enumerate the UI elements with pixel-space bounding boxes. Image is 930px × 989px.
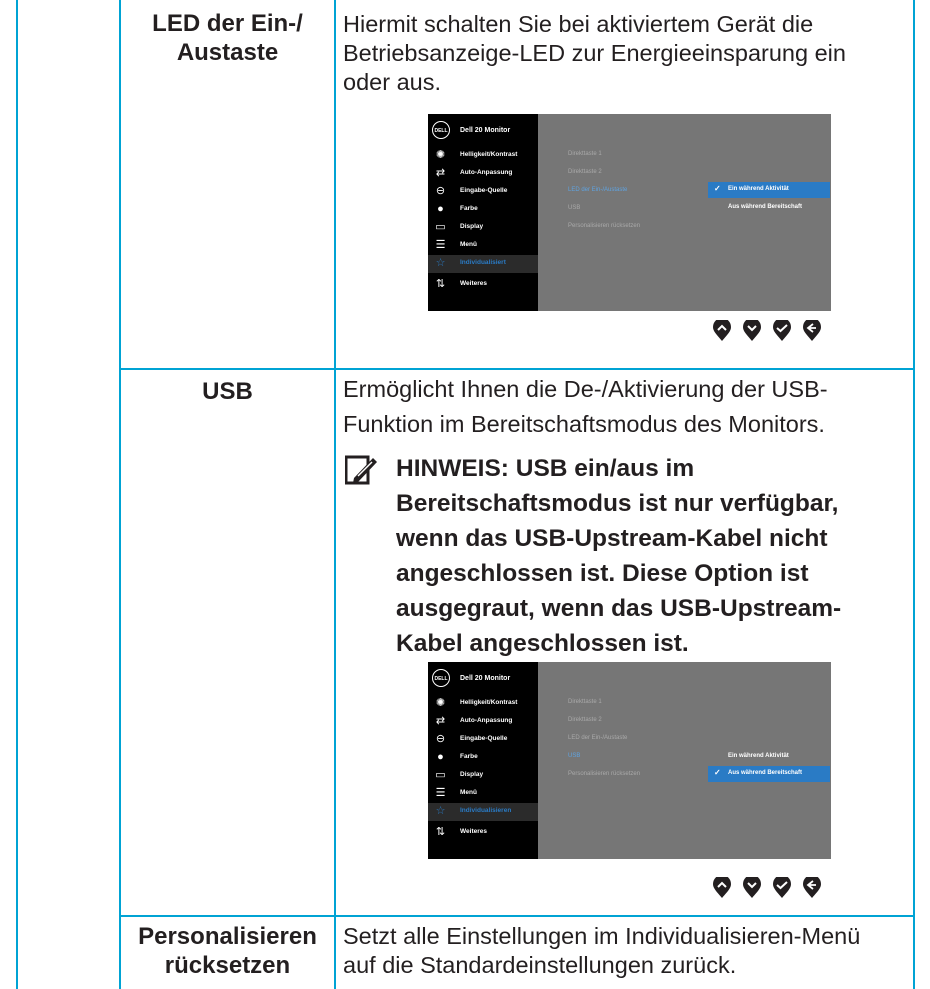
- osd-menu-label: Individualisiert: [460, 259, 506, 266]
- osd-menu-item: ⇅ Weiteres: [428, 276, 538, 294]
- menu-icon: ☰: [435, 239, 446, 251]
- osd-nav-buttons: [712, 320, 832, 342]
- osd-menu-label: Auto-Anpassung: [460, 169, 513, 176]
- osd-menu-label: Eingabe-Quelle: [460, 735, 508, 742]
- check-button-icon: [773, 877, 791, 898]
- star-icon: ☆: [435, 257, 446, 269]
- row-description-usb: Ermöglicht Ihnen die De-/Aktivierung der…: [343, 376, 828, 437]
- osd-menu-label: Auto-Anpassung: [460, 717, 513, 724]
- table-col-border-1: [119, 0, 121, 989]
- osd-menu-item: ⊖ Eingabe-Quelle: [428, 183, 538, 201]
- osd-screenshot-led: DELL Dell 20 Monitor ✺ Helligkeit/Kontra…: [428, 114, 831, 311]
- osd-menu-item: ⇄ Auto-Anpassung: [428, 165, 538, 183]
- check-icon: ✓: [714, 768, 721, 777]
- osd-menu-label: Display: [460, 771, 484, 778]
- usb-note: HINWEIS: USB ein/aus im Bereitschaftsmod…: [396, 455, 842, 657]
- osd-menu-item: ☰ Menü: [428, 785, 538, 803]
- up-arrow-icon: [713, 320, 731, 341]
- row-description-personalize-reset: Setzt alle Einstellungen im Individualis…: [343, 923, 861, 978]
- osd-option: Aus während Bereitschaft: [708, 200, 830, 216]
- others-icon: ⇅: [435, 278, 446, 290]
- row-divider-2: [119, 915, 915, 917]
- osd-menu-item: ▭ Display: [428, 767, 538, 785]
- row-description-led: Hiermit schalten Sie bei aktiviertem Ger…: [343, 11, 846, 95]
- osd-menu-label: Farbe: [460, 205, 478, 212]
- others-icon: ⇅: [435, 826, 446, 838]
- row-divider-1: [119, 368, 915, 370]
- osd-menu-label: Menü: [460, 241, 477, 248]
- table-col-border-2: [334, 0, 336, 989]
- osd-option-selected: ✓ Aus während Bereitschaft: [708, 766, 830, 782]
- back-arrow-icon: [803, 877, 821, 898]
- osd-menu-label: Farbe: [460, 753, 478, 760]
- display-icon: ▭: [435, 769, 446, 781]
- osd-menu-item: ⇄ Auto-Anpassung: [428, 713, 538, 731]
- osd-menu-item: ☰ Menü: [428, 237, 538, 255]
- osd-option-label: Ein während Aktivität: [728, 753, 789, 759]
- up-arrow-icon: [713, 877, 731, 898]
- star-icon: ☆: [435, 805, 446, 817]
- osd-submenu-item: Direkttaste 2: [568, 717, 602, 723]
- note-pencil-icon: [345, 455, 377, 485]
- osd-menu-item: ✺ Helligkeit/Kontrast: [428, 695, 538, 713]
- brightness-icon: ✺: [435, 697, 446, 709]
- osd-submenu-item: Direkttaste 1: [568, 699, 602, 705]
- osd-screenshot-usb: DELL Dell 20 Monitor ✺ Helligkeit/Kontra…: [428, 662, 831, 859]
- down-arrow-icon: [743, 320, 761, 341]
- osd-option-label: Aus während Bereitschaft: [728, 770, 803, 776]
- back-arrow-icon: [803, 320, 821, 341]
- osd-menu-item: ● Farbe: [428, 201, 538, 219]
- display-icon: ▭: [435, 221, 446, 233]
- osd-submenu-item: LED der Ein-/Austaste: [568, 735, 628, 741]
- osd-menu-item: ● Farbe: [428, 749, 538, 767]
- osd-option-label: Aus während Bereitschaft: [728, 204, 803, 210]
- dell-logo: DELL: [432, 669, 450, 687]
- osd-nav-buttons: [712, 877, 832, 899]
- osd-menu-label: Eingabe-Quelle: [460, 187, 508, 194]
- osd-submenu-item-selected: USB: [568, 753, 581, 759]
- osd-menu-label: Menü: [460, 789, 477, 796]
- osd-title: Dell 20 Monitor: [460, 675, 511, 682]
- osd-menu-label: Individualisieren: [460, 807, 512, 814]
- osd-menu-label: Helligkeit/Kontrast: [460, 151, 518, 158]
- check-button-icon: [773, 320, 791, 341]
- row-name-usb: USB: [202, 378, 253, 405]
- input-source-icon: ⊖: [435, 185, 446, 197]
- osd-menu-label: Helligkeit/Kontrast: [460, 699, 518, 706]
- osd-menu-item-active: ☆ Individualisiert: [428, 255, 538, 273]
- osd-submenu-item: Personalisieren rücksetzen: [568, 771, 641, 777]
- auto-adjust-icon: ⇄: [435, 715, 446, 727]
- osd-submenu-item: Direkttaste 2: [568, 169, 602, 175]
- osd-menu-label: Weiteres: [460, 828, 487, 835]
- brightness-icon: ✺: [435, 149, 446, 161]
- osd-menu-item-active: ☆ Individualisieren: [428, 803, 538, 821]
- osd-option: Ein während Aktivität: [708, 749, 830, 765]
- check-icon: ✓: [714, 184, 721, 193]
- osd-menu-label: Weiteres: [460, 280, 487, 287]
- osd-menu-item: ▭ Display: [428, 219, 538, 237]
- osd-menu-item: ⊖ Eingabe-Quelle: [428, 731, 538, 749]
- input-source-icon: ⊖: [435, 733, 446, 745]
- osd-menu-item: ⇅ Weiteres: [428, 824, 538, 842]
- osd-submenu-item: USB: [568, 205, 581, 211]
- osd-submenu-item-selected: LED der Ein-/Austaste: [568, 187, 628, 193]
- dell-logo: DELL: [432, 121, 450, 139]
- color-icon: ●: [437, 751, 444, 763]
- color-icon: ●: [437, 203, 444, 215]
- osd-title: Dell 20 Monitor: [460, 127, 511, 134]
- auto-adjust-icon: ⇄: [435, 167, 446, 179]
- osd-submenu-item: Direkttaste 1: [568, 151, 602, 157]
- osd-menu-label: Display: [460, 223, 484, 230]
- osd-menu-item: ✺ Helligkeit/Kontrast: [428, 147, 538, 165]
- down-arrow-icon: [743, 877, 761, 898]
- row-name-personalize-reset: Personalisieren rücksetzen: [138, 923, 317, 979]
- table-left-border: [16, 0, 18, 989]
- osd-option-selected: ✓ Ein während Aktivität: [708, 182, 830, 198]
- row-name-led: LED der Ein-/ Austaste: [152, 10, 303, 66]
- osd-option-label: Ein während Aktivität: [728, 186, 789, 192]
- menu-icon: ☰: [435, 787, 446, 799]
- osd-submenu-item: Personalisieren rücksetzen: [568, 223, 641, 229]
- table-right-border: [913, 0, 915, 989]
